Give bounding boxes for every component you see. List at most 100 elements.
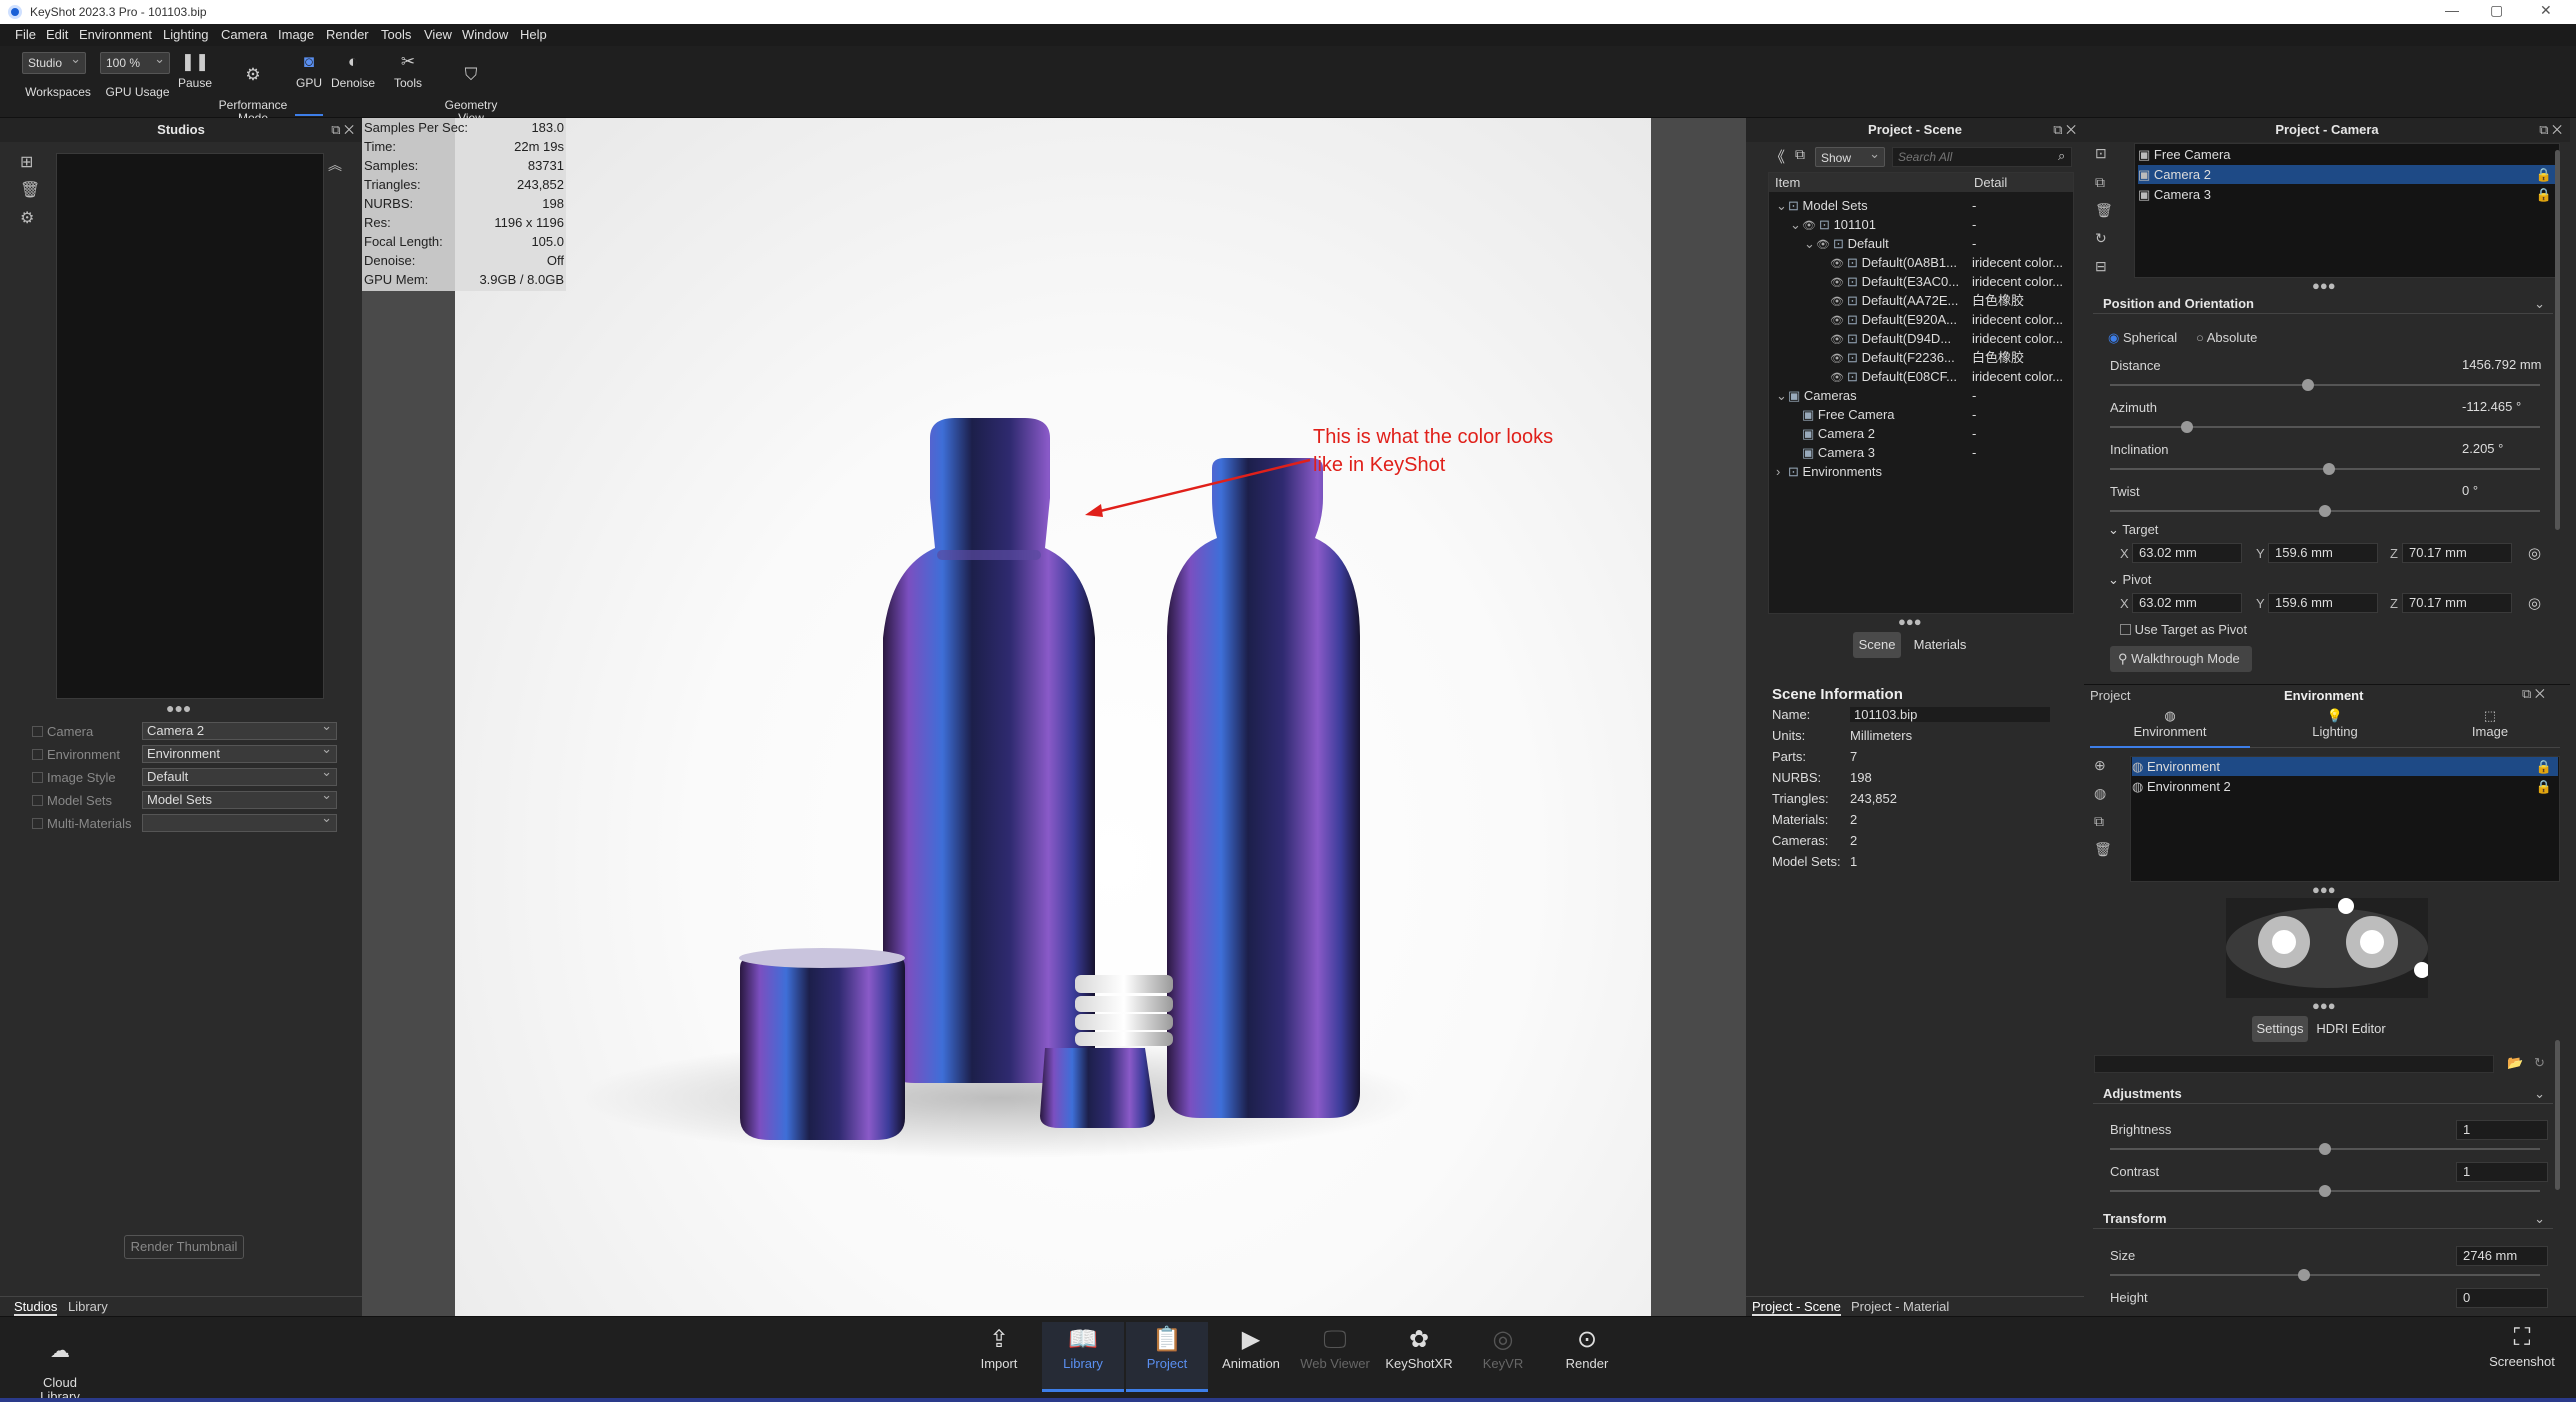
resize-handle-icon[interactable]: ●●●: [2312, 882, 2336, 897]
slider-knob[interactable]: [2319, 1143, 2331, 1155]
camera-duplicate-icon[interactable]: ⧉: [2095, 174, 2105, 191]
gpu-usage-select[interactable]: 100 %: [100, 49, 170, 74]
slider-track[interactable]: [2110, 1269, 2540, 1281]
value-field[interactable]: 1: [2456, 1162, 2548, 1182]
env-delete-icon[interactable]: 🗑: [2094, 841, 2112, 858]
col-detail[interactable]: Detail: [1974, 173, 2007, 192]
scene-tree-row[interactable]: 👁 ⊡ Default(AA72E... 白色橡胶: [1770, 291, 2070, 310]
folder-icon[interactable]: 📂: [2507, 1055, 2523, 1071]
keyshotxr-button[interactable]: ✿ KeyShotXR: [1378, 1322, 1460, 1392]
project-button[interactable]: 📋 Project: [1126, 1322, 1208, 1392]
tab-lighting[interactable]: 💡 Lighting: [2255, 708, 2415, 739]
menu-edit[interactable]: Edit: [46, 27, 68, 42]
slider-track[interactable]: [2110, 463, 2540, 475]
transform-header[interactable]: Transform ⌄: [2093, 1211, 2553, 1229]
target-label[interactable]: ⌄ Target: [2108, 522, 2158, 538]
library-button[interactable]: 📖 Library: [1042, 1322, 1124, 1392]
pivot-label[interactable]: ⌄ Pivot: [2108, 572, 2151, 588]
target-z-field[interactable]: 70.17 mm: [2402, 543, 2512, 563]
tab-project-material[interactable]: Project - Material: [1851, 1299, 1949, 1314]
render-thumbnail-button[interactable]: Render Thumbnail: [124, 1235, 244, 1259]
panel-float-close-icons[interactable]: ⧉ ✕: [2539, 122, 2562, 138]
tab-environment[interactable]: ◍ Environment: [2090, 708, 2250, 748]
scene-tree-row[interactable]: 👁 ⊡ Default(D94D... iridecent color...: [1770, 329, 2070, 348]
pause-button[interactable]: ❚❚ Pause: [175, 52, 215, 90]
menu-window[interactable]: Window: [462, 27, 508, 42]
menu-tools[interactable]: Tools: [381, 27, 411, 42]
scene-tree-row[interactable]: ▣ Free Camera -: [1770, 405, 2070, 424]
menu-lighting[interactable]: Lighting: [163, 27, 209, 42]
camera-item[interactable]: ▣ Free Camera: [2138, 145, 2558, 164]
value-field[interactable]: 0 °: [2456, 482, 2548, 502]
tab-studios[interactable]: Studios: [14, 1299, 58, 1316]
environment-item-selected[interactable]: ◍ Environment 🔒: [2132, 757, 2558, 776]
adjustments-header[interactable]: Adjustments ⌄: [2093, 1086, 2553, 1104]
scene-filter-icon[interactable]: ⧉: [1795, 146, 1805, 163]
tab-project[interactable]: Project: [2090, 688, 2130, 703]
pivot-x-field[interactable]: 63.02 mm: [2132, 593, 2242, 613]
slider-knob[interactable]: [2181, 421, 2194, 433]
camera-scrollbar[interactable]: [2555, 150, 2560, 530]
scene-tree-row[interactable]: 👁 ⊡ Default(E08CF... iridecent color...: [1770, 367, 2070, 386]
menu-file[interactable]: File: [15, 27, 36, 42]
pivot-y-field[interactable]: 159.6 mm: [2268, 593, 2378, 613]
value-field[interactable]: 2.205 °: [2456, 440, 2548, 460]
tab-scene[interactable]: Scene: [1853, 632, 1901, 658]
render-canvas[interactable]: [455, 118, 1651, 1316]
slider-track[interactable]: [2110, 1185, 2540, 1197]
slider-knob[interactable]: [2301, 379, 2314, 391]
denoise-button[interactable]: ◐ Denoise: [328, 52, 378, 90]
menu-render[interactable]: Render: [326, 27, 369, 42]
cloud-library-button[interactable]: ☁ Cloud Library: [30, 1326, 90, 1402]
slider-knob[interactable]: [2323, 463, 2336, 475]
camera-reset-icon[interactable]: ↻: [2095, 230, 2107, 247]
delete-icon[interactable]: 🗑: [20, 180, 40, 200]
render-button[interactable]: ⊙ Render: [1546, 1322, 1628, 1392]
slider-track[interactable]: [2110, 421, 2540, 433]
panel-float-close-icons[interactable]: ⧉ ✕: [2053, 122, 2076, 138]
slider-knob[interactable]: [2319, 1185, 2331, 1197]
camera-save-icon[interactable]: ⊟: [2095, 258, 2107, 275]
env-duplicate-icon[interactable]: ⧉: [2094, 813, 2104, 830]
animation-button[interactable]: ▶ Animation: [1210, 1322, 1292, 1392]
refresh-icon[interactable]: ↻: [2534, 1055, 2545, 1071]
value-field[interactable]: -112.465 °: [2456, 398, 2548, 418]
resize-handle-icon[interactable]: ●●●: [2312, 278, 2336, 293]
hdri-path-field[interactable]: [2094, 1055, 2494, 1073]
performance-mode-button[interactable]: ⚙ Performance Mode: [218, 52, 288, 125]
image-style-select[interactable]: Default: [142, 764, 337, 786]
radio-absolute[interactable]: ○ Absolute: [2196, 330, 2257, 345]
scene-tree-row[interactable]: ▣ Camera 2-: [1770, 424, 2070, 443]
tab-materials[interactable]: Materials: [1905, 632, 1975, 658]
pivot-pick-icon[interactable]: ◎: [2528, 594, 2541, 612]
resize-handle-icon[interactable]: ●●●: [166, 700, 191, 716]
resize-handle-icon[interactable]: ●●●: [2312, 998, 2336, 1013]
env-add-icon[interactable]: ⊕: [2094, 757, 2106, 774]
geometry-view-button[interactable]: ⛉ Geometry View: [436, 52, 506, 125]
scene-tree-row[interactable]: ⌄👁 ⊡ Default -: [1770, 234, 2070, 253]
environment-scrollbar[interactable]: [2555, 1040, 2560, 1190]
resize-handle-icon[interactable]: ●●●: [1898, 614, 1922, 629]
value-field[interactable]: 1: [2456, 1120, 2548, 1140]
menu-image[interactable]: Image: [278, 27, 314, 42]
tab-project-scene[interactable]: Project - Scene: [1752, 1299, 1841, 1316]
add-studio-icon[interactable]: ⊞: [20, 152, 33, 172]
menu-camera[interactable]: Camera: [221, 27, 267, 42]
maximize-button[interactable]: ▢: [2490, 2, 2503, 19]
scene-tree-row[interactable]: ⌄👁 ⊡ 101101-: [1770, 215, 2070, 234]
screenshot-button[interactable]: ⛶ Screenshot: [2482, 1322, 2562, 1369]
tab-settings[interactable]: Settings: [2252, 1016, 2308, 1042]
camera-item[interactable]: ▣ Camera 3 🔒: [2138, 185, 2558, 204]
camera-delete-icon[interactable]: 🗑: [2095, 202, 2113, 219]
hdri-preview[interactable]: [2226, 898, 2428, 998]
scene-tree-row[interactable]: 👁 ⊡ Default(E920A... iridecent color...: [1770, 310, 2070, 329]
scene-tree-row[interactable]: 👁 ⊡ Default(E3AC0... iridecent color...: [1770, 272, 2070, 291]
settings-gear-icon[interactable]: ⚙: [20, 208, 34, 228]
slider-track[interactable]: [2110, 505, 2540, 517]
slider-knob[interactable]: [2319, 505, 2331, 517]
show-select[interactable]: Show: [1815, 144, 1885, 167]
menu-view[interactable]: View: [424, 27, 452, 42]
camera-select[interactable]: Camera 2: [142, 718, 337, 740]
menu-help[interactable]: Help: [520, 27, 547, 42]
minimize-button[interactable]: —: [2445, 2, 2459, 18]
